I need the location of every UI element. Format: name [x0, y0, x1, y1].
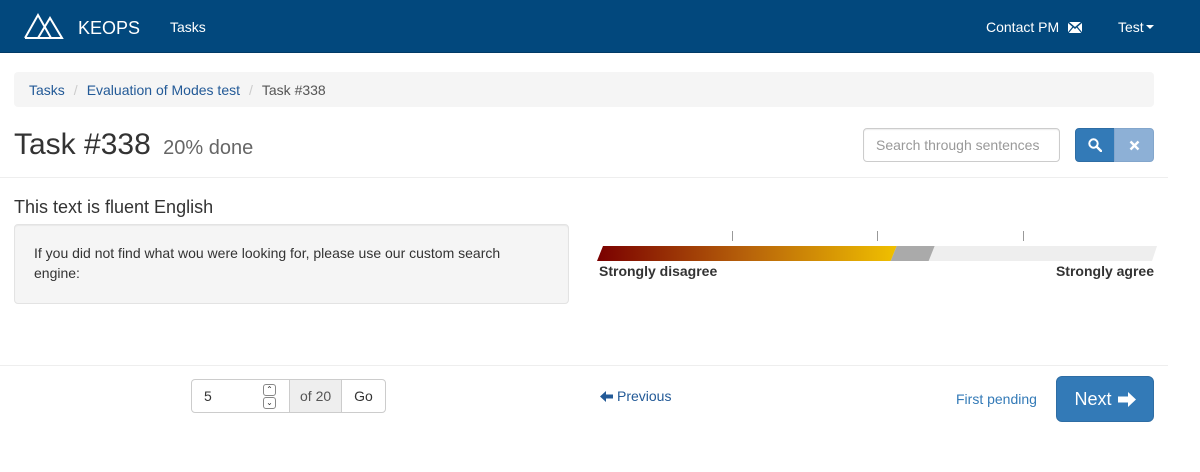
sentence-search-input[interactable]	[863, 128, 1060, 162]
search-icon	[1088, 138, 1102, 152]
next-button[interactable]: Next	[1056, 376, 1154, 422]
envelope-icon	[1068, 21, 1083, 33]
previous-label: Previous	[617, 388, 672, 404]
breadcrumb-project[interactable]: Evaluation of Modes test	[87, 82, 240, 98]
page-title: Task #338 20% done	[14, 128, 253, 165]
brand-name[interactable]: KEOPS	[78, 19, 140, 37]
slider-tick	[1023, 231, 1024, 241]
question-text: This text is fluent English	[14, 197, 214, 217]
arrow-right-icon	[1117, 391, 1136, 407]
breadcrumb-current: Task #338	[261, 81, 326, 98]
previous-link[interactable]: Previous	[600, 388, 671, 404]
navbar: KEOPS Tasks Contact PM Test	[0, 0, 1200, 53]
contact-pm-label: Contact PM	[986, 19, 1060, 35]
slider-tick	[877, 231, 878, 241]
user-menu[interactable]: Test	[1118, 19, 1154, 35]
task-title: Task #338	[14, 128, 151, 161]
first-pending-link[interactable]: First pending	[956, 391, 1037, 407]
caret-down-icon	[1145, 25, 1154, 29]
page-total: of 20	[290, 379, 342, 413]
arrow-left-icon	[600, 390, 613, 402]
search-button[interactable]	[1075, 128, 1115, 162]
chevron-down-icon[interactable]: ⌄	[263, 397, 276, 409]
nav-tasks-link[interactable]: Tasks	[170, 19, 206, 35]
user-menu-label: Test	[1118, 19, 1144, 35]
clear-search-button[interactable]	[1114, 128, 1154, 162]
slider-tick	[732, 231, 733, 241]
task-progress: 20% done	[163, 137, 254, 159]
chevron-up-icon[interactable]: ⌃	[263, 384, 276, 396]
page-number-input[interactable]: 5 ⌃ ⌄	[191, 379, 290, 413]
contact-pm-link[interactable]: Contact PM	[986, 19, 1083, 35]
strongly-agree-label: Strongly agree	[1055, 263, 1154, 279]
breadcrumb-separator: /	[249, 81, 253, 98]
breadcrumb-separator: /	[73, 81, 78, 98]
page-jump-group: 5 ⌃ ⌄ of 20 Go	[191, 379, 386, 413]
breadcrumb-tasks[interactable]: Tasks	[29, 82, 65, 98]
next-label: Next	[1074, 388, 1112, 409]
brand-logo[interactable]	[24, 12, 64, 40]
sentence-box: If you did not find what wou were lookin…	[14, 224, 569, 304]
mountains-icon	[24, 12, 64, 39]
close-icon	[1129, 140, 1139, 150]
go-button[interactable]: Go	[341, 379, 386, 413]
slider-fill	[597, 246, 897, 261]
rating-slider[interactable]: Strongly disagree Strongly agree	[597, 229, 1157, 279]
breadcrumb: Tasks / Evaluation of Modes test / Task …	[14, 72, 1154, 107]
divider	[0, 177, 1168, 178]
divider	[0, 365, 1168, 366]
page-number-value: 5	[204, 388, 212, 404]
page-stepper[interactable]: ⌃ ⌄	[263, 384, 277, 409]
slider-handle[interactable]	[890, 246, 935, 261]
slider-track	[597, 246, 1157, 261]
strongly-disagree-label: Strongly disagree	[599, 263, 718, 279]
